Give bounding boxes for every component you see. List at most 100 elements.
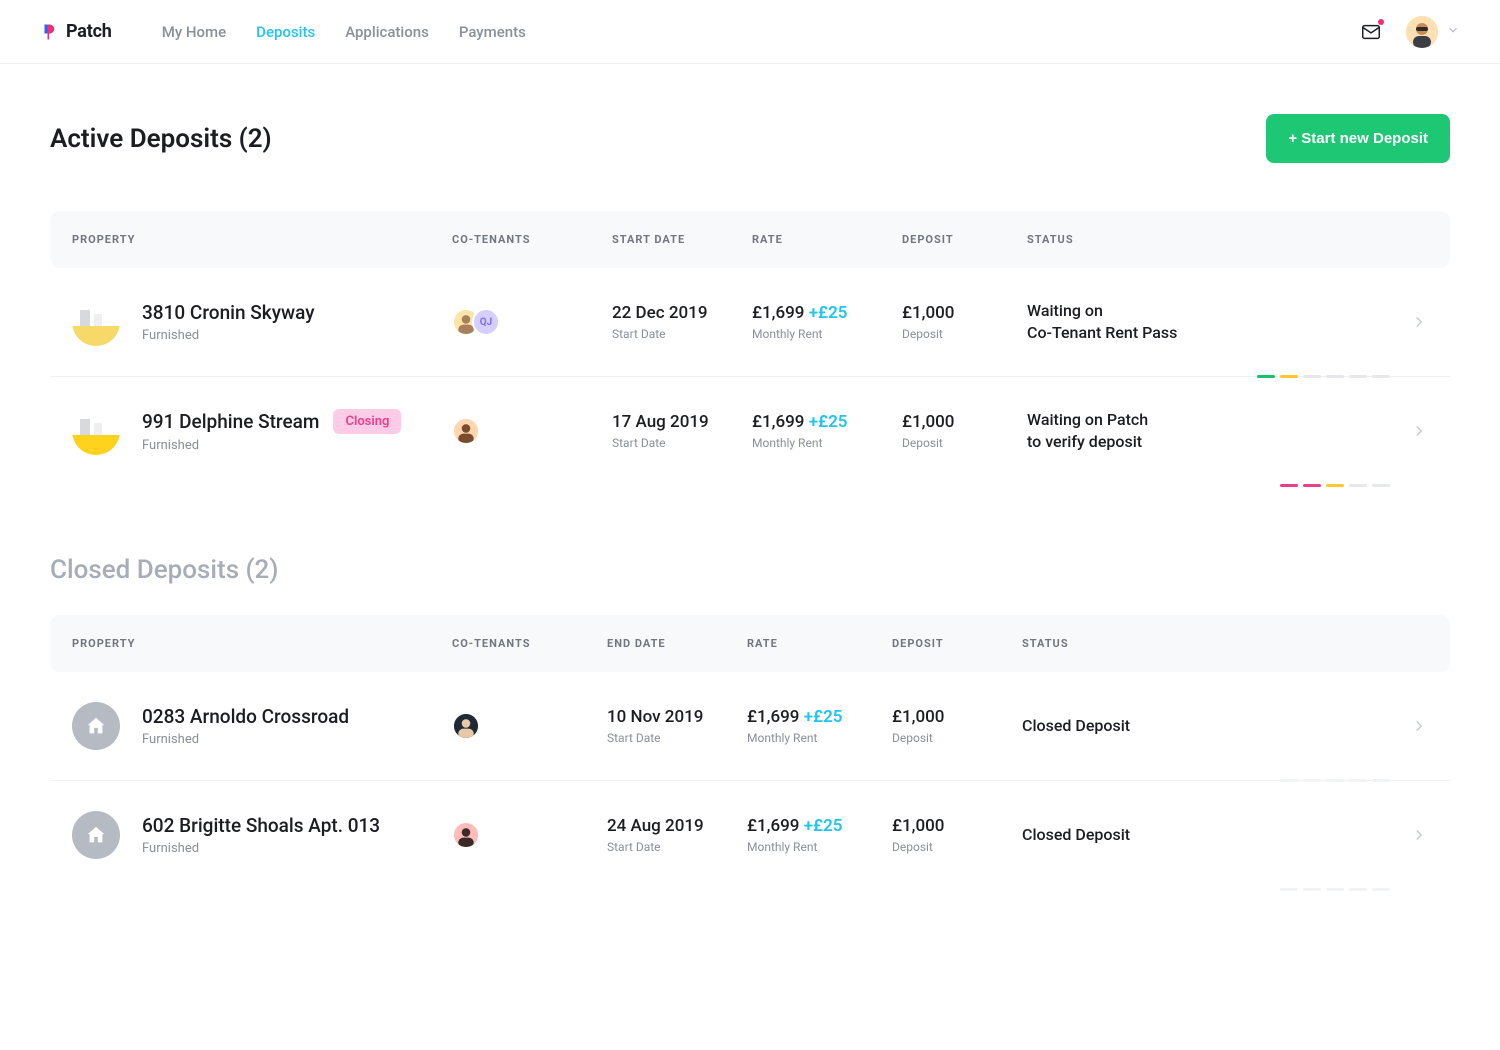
co-tenants: [452, 712, 607, 740]
property-address: 0283 Arnoldo Crossroad: [142, 705, 349, 728]
nav-payments[interactable]: Payments: [459, 19, 526, 45]
deposit-label: Deposit: [892, 840, 1022, 854]
brand[interactable]: Patch: [40, 21, 112, 42]
deposit-status: Closed Deposit: [1022, 715, 1388, 737]
co-tenants: [452, 821, 607, 849]
deposit-progress: [1280, 888, 1390, 891]
house-icon: [72, 702, 120, 750]
col-tenants: Co-Tenants: [452, 637, 607, 650]
col-status: Status: [1022, 637, 1388, 650]
start-date-value: 17 Aug 2019: [612, 412, 752, 432]
col-deposit: Deposit: [892, 637, 1022, 650]
deposit-label: Deposit: [902, 327, 1027, 341]
deposit-status: Waiting on Patchto verify deposit: [1027, 409, 1388, 452]
col-property: Property: [72, 233, 452, 246]
col-property: Property: [72, 637, 452, 650]
topbar: Patch My Home Deposits Applications Paym…: [0, 0, 1500, 64]
active-section-head: Active Deposits (2) + Start new Deposit: [50, 114, 1450, 163]
start-date-value: 10 Nov 2019: [607, 707, 747, 727]
top-nav: My Home Deposits Applications Payments: [162, 19, 526, 45]
rent-increment: +£25: [804, 707, 843, 727]
page: Active Deposits (2) + Start new Deposit …: [0, 64, 1500, 939]
topbar-left: Patch My Home Deposits Applications Paym…: [40, 19, 526, 45]
brand-logo-icon: [40, 23, 58, 41]
col-deposit: Deposit: [902, 233, 1027, 246]
deposit-value: £1,000: [892, 707, 1022, 727]
rent-label: Monthly Rent: [747, 840, 892, 854]
inbox-button[interactable]: [1360, 21, 1382, 43]
deposit-row[interactable]: 3810 Cronin Skyway Furnished QJ 22 Dec 2019…: [50, 268, 1450, 377]
col-end: End Date: [607, 637, 747, 650]
deposit-row[interactable]: 0283 Arnoldo Crossroad Furnished 10 Nov 20…: [50, 672, 1450, 781]
chevron-right-icon: [1388, 313, 1428, 331]
rent-increment: +£25: [804, 816, 843, 836]
tenant-avatar[interactable]: QJ: [472, 308, 500, 336]
property-address: 991 Delphine Stream: [142, 410, 319, 433]
deposit-value: £1,000: [902, 412, 1027, 432]
col-rate: Rate: [747, 637, 892, 650]
active-table-header: Property Co-Tenants Start Date Rate Depo…: [50, 211, 1450, 268]
status-badge: Closing: [333, 409, 401, 434]
rent-value: £1,699 +£25: [752, 303, 902, 323]
topbar-right: [1360, 16, 1460, 48]
col-start: Start Date: [612, 233, 752, 246]
deposit-row[interactable]: 602 Brigitte Shoals Apt. 013 Furnished 24 …: [50, 781, 1450, 889]
start-date-label: Start Date: [612, 436, 752, 450]
tenant-avatar[interactable]: [452, 821, 480, 849]
closed-table-header: Property Co-Tenants End Date Rate Deposi…: [50, 615, 1450, 672]
start-date-label: Start Date: [612, 327, 752, 341]
active-deposits-title: Active Deposits (2): [50, 124, 272, 154]
nav-my-home[interactable]: My Home: [162, 19, 226, 45]
rent-label: Monthly Rent: [752, 327, 902, 341]
property-thumb: [72, 298, 120, 346]
chevron-right-icon: [1388, 422, 1428, 440]
tenant-avatar[interactable]: [452, 417, 480, 445]
deposit-progress: [1280, 484, 1390, 487]
closed-deposits-title: Closed Deposits (2): [50, 555, 1450, 585]
rent-increment: +£25: [809, 412, 848, 432]
mail-unread-dot-icon: [1378, 19, 1384, 25]
user-menu[interactable]: [1406, 16, 1460, 48]
deposit-value: £1,000: [902, 303, 1027, 323]
closed-deposits-table: 0283 Arnoldo Crossroad Furnished 10 Nov 20…: [50, 672, 1450, 889]
property-subtitle: Furnished: [142, 438, 401, 453]
col-status: Status: [1027, 233, 1388, 246]
rent-value: £1,699 +£25: [747, 707, 892, 727]
col-rate: Rate: [752, 233, 902, 246]
rent-value: £1,699 +£25: [752, 412, 902, 432]
deposit-row[interactable]: 991 Delphine Stream Closing Furnished 17 Au…: [50, 377, 1450, 485]
tenant-avatar[interactable]: [452, 712, 480, 740]
deposit-status: Closed Deposit: [1022, 824, 1388, 846]
chevron-right-icon: [1388, 717, 1428, 735]
nav-deposits[interactable]: Deposits: [256, 19, 315, 45]
rent-label: Monthly Rent: [747, 731, 892, 745]
property-subtitle: Furnished: [142, 732, 349, 747]
chevron-right-icon: [1388, 826, 1428, 844]
start-new-deposit-button[interactable]: + Start new Deposit: [1266, 114, 1450, 163]
property-address: 602 Brigitte Shoals Apt. 013: [142, 814, 380, 837]
deposit-status: Waiting onCo-Tenant Rent Pass: [1027, 300, 1388, 343]
rent-increment: +£25: [809, 303, 848, 323]
property-address: 3810 Cronin Skyway: [142, 301, 315, 324]
rent-label: Monthly Rent: [752, 436, 902, 450]
start-date-label: Start Date: [607, 840, 747, 854]
deposit-label: Deposit: [892, 731, 1022, 745]
nav-applications[interactable]: Applications: [345, 19, 429, 45]
start-date-label: Start Date: [607, 731, 747, 745]
deposit-value: £1,000: [892, 816, 1022, 836]
col-tenants: Co-Tenants: [452, 233, 612, 246]
house-icon: [72, 811, 120, 859]
deposit-label: Deposit: [902, 436, 1027, 450]
co-tenants: QJ: [452, 308, 612, 336]
property-subtitle: Furnished: [142, 328, 315, 343]
property-subtitle: Furnished: [142, 841, 380, 856]
property-thumb: [72, 407, 120, 455]
active-deposits-table: 3810 Cronin Skyway Furnished QJ 22 Dec 2019…: [50, 268, 1450, 485]
rent-value: £1,699 +£25: [747, 816, 892, 836]
start-date-value: 22 Dec 2019: [612, 303, 752, 323]
brand-name: Patch: [66, 21, 112, 42]
start-date-value: 24 Aug 2019: [607, 816, 747, 836]
co-tenants: [452, 417, 612, 445]
chevron-down-icon: [1446, 22, 1460, 41]
user-avatar: [1406, 16, 1438, 48]
